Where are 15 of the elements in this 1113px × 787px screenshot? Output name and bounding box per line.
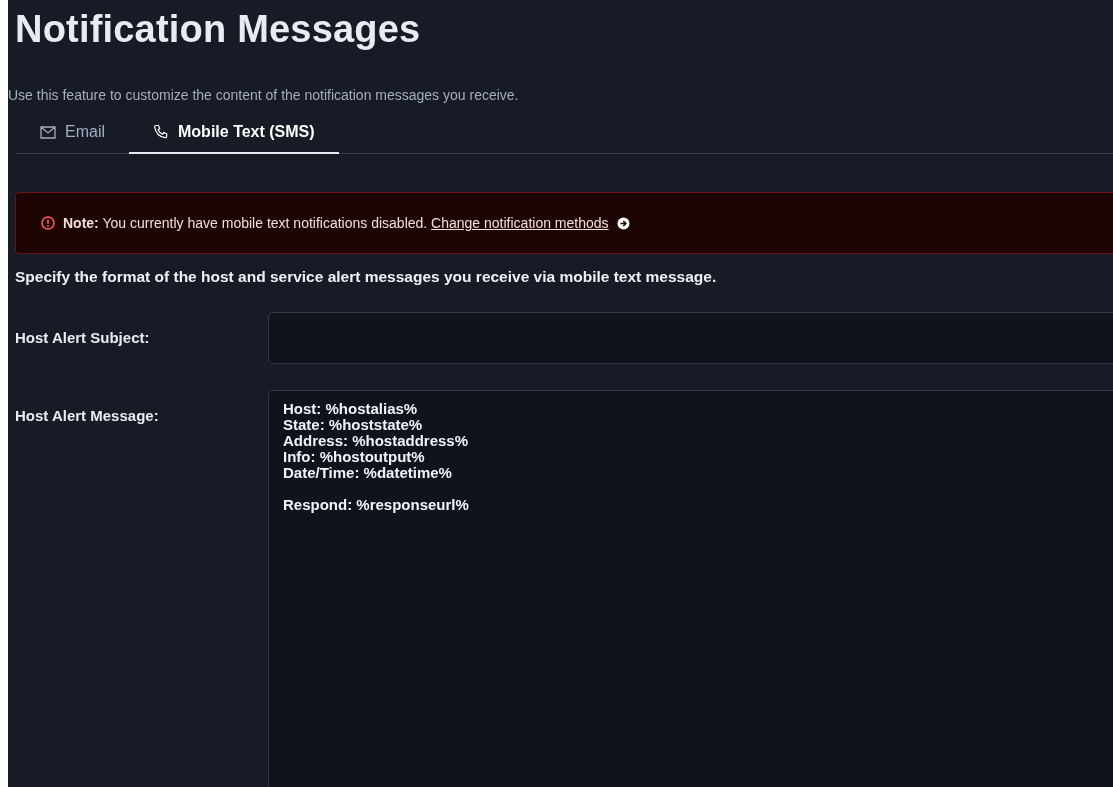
phone-icon (153, 124, 169, 140)
description-text: Specify the format of the host and service alert messages you receive via mobile text message. (15, 268, 718, 286)
page-title: Notification Messages (15, 8, 422, 51)
mail-icon (40, 125, 56, 139)
tab[interactable]: Mobile Text (SMS) (129, 113, 339, 154)
field-label: Host Alert Message: (15, 406, 160, 424)
arrow-circle-icon (616, 216, 630, 230)
message-field[interactable]: Host: %hostalias% State: %hoststate% Address: %hostaddress% Info: %hostoutput% Date/Time: %datetime% Respond: %responseurl% (268, 390, 1113, 787)
input-field[interactable] (268, 312, 1113, 364)
field-label: Host Alert Subject: (15, 328, 151, 346)
alert-message: Note: You currently have mobile text notifications disabled. Change notification methods (63, 215, 609, 231)
page-subtitle: Use this feature to customize the content of the notification messages you receive. (8, 87, 520, 103)
tab[interactable]: Email (16, 113, 129, 154)
change-methods-link[interactable]: Change notification methods (431, 215, 609, 231)
warning-icon (41, 216, 55, 230)
